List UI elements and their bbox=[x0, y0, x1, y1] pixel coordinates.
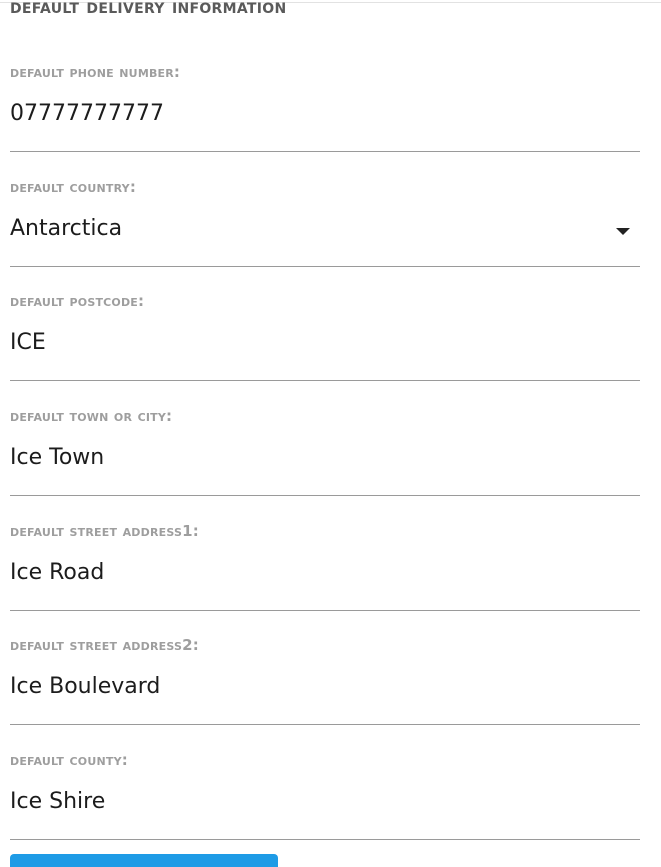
street-address2-underline bbox=[10, 724, 640, 725]
dropdown-arrow-icon[interactable] bbox=[616, 228, 630, 235]
country-underline bbox=[10, 266, 640, 267]
street-address2-field[interactable]: Default Street Address2: Ice Boulevard bbox=[10, 636, 640, 751]
postcode-label: Default Postcode: bbox=[10, 292, 145, 310]
street-address1-value[interactable]: Ice Road bbox=[10, 560, 104, 585]
country-value[interactable]: Antarctica bbox=[10, 216, 122, 241]
town-or-city-field[interactable]: Default Town or City: Ice Town bbox=[10, 407, 640, 522]
street-address1-field[interactable]: Default Street Address1: Ice Road bbox=[10, 522, 640, 637]
street-address2-label: Default Street Address2: bbox=[10, 636, 199, 654]
country-select[interactable]: Default Country: Antarctica bbox=[10, 178, 640, 293]
town-or-city-label: Default Town or City: bbox=[10, 407, 173, 425]
street-address1-label: Default Street Address1: bbox=[10, 522, 199, 540]
county-field[interactable]: Default County: Ice Shire bbox=[10, 751, 640, 866]
county-label: Default County: bbox=[10, 751, 128, 769]
phone-number-label: Default Phone Number: bbox=[10, 63, 181, 81]
town-or-city-value[interactable]: Ice Town bbox=[10, 445, 104, 470]
postcode-field[interactable]: Default Postcode: ICE bbox=[10, 292, 640, 407]
country-label: Default Country: bbox=[10, 178, 137, 196]
postcode-value[interactable]: ICE bbox=[10, 330, 46, 355]
phone-number-value[interactable]: 07777777777 bbox=[10, 101, 164, 126]
section-title: Default Delivery Information bbox=[10, 0, 287, 18]
county-underline bbox=[10, 839, 640, 840]
county-value[interactable]: Ice Shire bbox=[10, 789, 105, 814]
street-address2-value[interactable]: Ice Boulevard bbox=[10, 674, 160, 699]
phone-number-underline bbox=[10, 151, 640, 152]
postcode-underline bbox=[10, 380, 640, 381]
street-address1-underline bbox=[10, 610, 640, 611]
phone-number-field[interactable]: Default Phone Number: 07777777777 bbox=[10, 63, 640, 178]
submit-button[interactable] bbox=[10, 854, 278, 867]
town-or-city-underline bbox=[10, 495, 640, 496]
